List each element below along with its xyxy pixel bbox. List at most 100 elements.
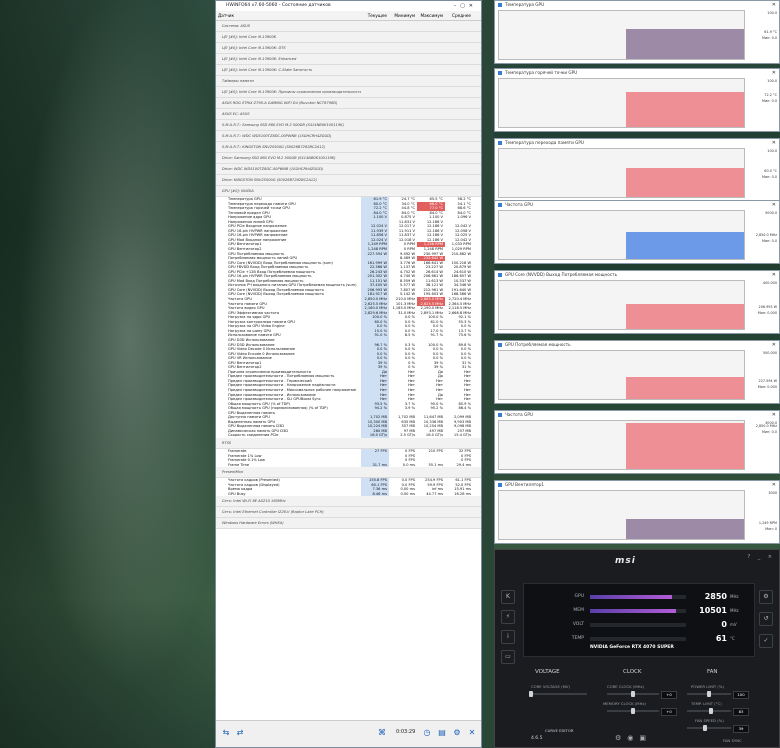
sensor-group-row[interactable]: ЦП [#0]: Intel Core i9-13900K: C-State З… (216, 65, 481, 76)
core-clock-value[interactable]: +0 (661, 691, 677, 699)
col-current[interactable]: Текущее (361, 11, 389, 20)
graph-window[interactable]: Частота GPU ✕ 3000.0 2,850.0 MHz Мин: 0.0 (494, 410, 780, 474)
sensor-table-header: Датчик Текущее Минимум Максимум Среднее (216, 11, 481, 21)
temp-limit-value[interactable]: 83 (733, 708, 749, 716)
sensor-group-row[interactable]: ASUS ROG STRIX Z790-A GAMING WIFI D4 (Nu… (216, 98, 481, 109)
graph-fill (626, 518, 744, 539)
k-boost-icon[interactable]: K (501, 590, 515, 604)
close-icon[interactable]: ✕ (466, 727, 478, 739)
sensor-group-row[interactable]: S.M.A.R.T.: Samsung SSD 860 EVO M.2 500G… (216, 120, 481, 131)
graph-window[interactable]: Температура перехода памяти GPU ✕ 100.0 60.… (494, 138, 780, 202)
fan-sync-button[interactable]: FAN SYNC (723, 738, 742, 743)
sensor-group-row[interactable]: Drive: Samsung SSD 860 EVO M.2 500GB (S4… (216, 153, 481, 164)
network-icon[interactable]: ⌘ (376, 727, 388, 739)
sensor-group-row[interactable]: S.M.A.R.T.: WDC WD5100TZ8DC-00PWNB (1SGH… (216, 131, 481, 142)
profile-icons[interactable]: ⚙◉▣ (615, 734, 652, 742)
sensor-group-row[interactable]: ЦП [#0]: Intel Core i9-13900K: Причины о… (216, 87, 481, 98)
col-avg[interactable]: Среднее (445, 11, 473, 20)
min-value: 0.00 ms (400, 491, 415, 496)
graph-title-bar[interactable]: Частота GPU ✕ (495, 411, 779, 419)
graph-area (498, 10, 745, 60)
power-limit-value[interactable]: 100 (733, 691, 749, 699)
sensor-group-row[interactable]: S.M.A.R.T.: KINGSTON SNV2S500G (50026B72… (216, 142, 481, 153)
info-icon[interactable]: i (501, 630, 515, 644)
sensor-group-row[interactable]: ЦП [#0]: Intel Core i9-13900K: DTS (216, 43, 481, 54)
sensor-group-row[interactable]: Сеть: Intel Wi-Fi 6E AX210 160MHz (216, 496, 481, 508)
graph-title-bar[interactable]: Температура горячей точки GPU ✕ (495, 69, 779, 77)
left-toolbar: K ⚡ i ▭ (501, 590, 515, 670)
monitor-label: VOLT (572, 622, 584, 627)
graph-title-bar[interactable]: Частота GPU ✕ (495, 201, 779, 209)
fan-speed-slider[interactable] (687, 725, 731, 731)
col-max[interactable]: Максимум (417, 11, 445, 20)
close-icon[interactable]: ✕ (772, 69, 776, 77)
close-icon[interactable]: ✕ (772, 271, 776, 279)
arrows-left-right-icon[interactable]: ⇆ (220, 727, 232, 739)
graph-window[interactable]: Частота GPU ✕ 5000.0 2,850.0 MHz Мин: 0.0 (494, 200, 780, 264)
close-icon[interactable]: ✕ (772, 341, 776, 349)
curve-editor-button[interactable]: CURVE EDITOR (545, 728, 573, 733)
window-controls[interactable]: ? _ × (747, 554, 775, 560)
arrows-collapse-icon[interactable]: ⇄ (234, 727, 246, 739)
graph-current-label: 2,850.0 MHz (755, 423, 777, 428)
graph-title: GPU Core (NVVDD) Выход Потребляемая мощн… (505, 272, 618, 277)
graph-title-bar[interactable]: GPU Core (NVVDD) Выход Потребляемая мощн… (495, 271, 779, 279)
core-voltage-label: CORE VOLTAGE (MV) (531, 684, 570, 689)
graph-window[interactable]: GPU Core (NVVDD) Выход Потребляемая мощн… (494, 270, 780, 334)
core-voltage-slider[interactable] (529, 691, 587, 697)
close-icon[interactable]: ✕ (772, 481, 776, 489)
clock-icon[interactable]: ◷ (421, 727, 433, 739)
settings-icon[interactable]: ⚙ (759, 590, 773, 604)
memory-clock-value[interactable]: +0 (661, 708, 677, 716)
graph-min-label: Мин: 0.000 (757, 385, 777, 390)
elapsed-timer: 0:03:29 (396, 729, 416, 735)
sensor-group-row[interactable]: GPU [#0]: NVIDIA (216, 186, 481, 197)
sensor-group-row[interactable]: Сеть: Intel Ethernet Controller I226-V (… (216, 507, 481, 519)
sensor-group-row[interactable]: Таймеры памяти (216, 76, 481, 87)
sensor-name: Система: ASUS (222, 24, 251, 28)
monitor-icon[interactable]: ▭ (501, 650, 515, 664)
fan-speed-value[interactable]: 39 (733, 725, 749, 733)
apply-icon[interactable]: ✓ (759, 634, 773, 648)
graph-max-label: 3000 (768, 491, 777, 495)
close-icon[interactable]: ✕ (772, 139, 776, 147)
sensor-name: ASUS ROG STRIX Z790-A GAMING WIFI D4 (Nu… (222, 101, 338, 105)
sensor-group-row[interactable]: ЦП [#0]: Intel Core i9-13900K (216, 32, 481, 43)
sensor-group-row[interactable]: ASUS EC: ASUS (216, 109, 481, 120)
sensor-group-row[interactable]: ЦП [#0]: Intel Core i9-13900K: Enhanced (216, 54, 481, 65)
graph-window[interactable]: GPU Вентилятор1 ✕ 3000 1,249 RPM Мин: 0 (494, 480, 780, 544)
power-limit-slider[interactable] (687, 691, 731, 697)
graph-window[interactable]: Температура горячей точки GPU ✕ 100.0 72.2 … (494, 68, 780, 132)
sensor-group-row[interactable]: Drive: WDC WD5100TZ8DC-00PWNB (1SGHCRH4Z… (216, 164, 481, 175)
oc-scanner-icon[interactable]: ⚡ (501, 610, 515, 624)
graph-min-label: Мин: 0 (765, 526, 777, 531)
close-icon[interactable]: ✕ (772, 1, 776, 9)
col-min[interactable]: Минимум (389, 11, 417, 20)
sensor-group-row[interactable]: Система: ASUS (216, 21, 481, 32)
graph-title-bar[interactable]: GPU Потребляемая мощность ✕ (495, 341, 779, 349)
col-sensor[interactable]: Датчик (216, 11, 361, 20)
sensor-group-row[interactable]: Drive: KINGSTON SNV2S500G (50026B7282BC2… (216, 175, 481, 186)
sensor-group-row[interactable]: Windows Hardware Errors (WHEA) (216, 518, 481, 530)
hwinfo-title-bar[interactable]: HWiNFO64 v7.60-5060 - Состояние датчиков… (216, 1, 481, 11)
graph-fill (626, 377, 744, 399)
sensor-name: Сеть: Intel Wi-Fi 6E AX210 160MHz (222, 499, 286, 504)
graph-title-bar[interactable]: Температура перехода памяти GPU ✕ (495, 139, 779, 147)
graph-window[interactable]: GPU Потребляемая мощность ✕ 500.000 227.594… (494, 340, 780, 404)
sensor-group-row[interactable]: RTSS (216, 437, 481, 449)
monitor-value: 10501 (699, 606, 727, 615)
memory-clock-slider[interactable] (607, 708, 659, 714)
graph-title-bar[interactable]: GPU Вентилятор1 ✕ (495, 481, 779, 489)
close-icon[interactable]: ✕ (772, 411, 776, 419)
settings-icon[interactable]: ⚙ (451, 727, 463, 739)
reset-icon[interactable]: ↺ (759, 612, 773, 626)
close-icon[interactable]: ✕ (772, 201, 776, 209)
graph-title-bar[interactable]: Температура GPU ✕ (495, 1, 779, 9)
graph-window[interactable]: Температура GPU ✕ 100.0 61.9 °C Мин: 0.0 (494, 0, 780, 64)
graph-max-label: 5000.0 (765, 211, 777, 215)
report-icon[interactable]: ▤ (436, 727, 448, 739)
sensor-group-row[interactable]: PresentMon (216, 467, 481, 479)
window-controls[interactable]: –▢✕ (454, 1, 477, 11)
core-clock-slider[interactable] (607, 691, 659, 697)
temp-limit-slider[interactable] (687, 708, 731, 714)
